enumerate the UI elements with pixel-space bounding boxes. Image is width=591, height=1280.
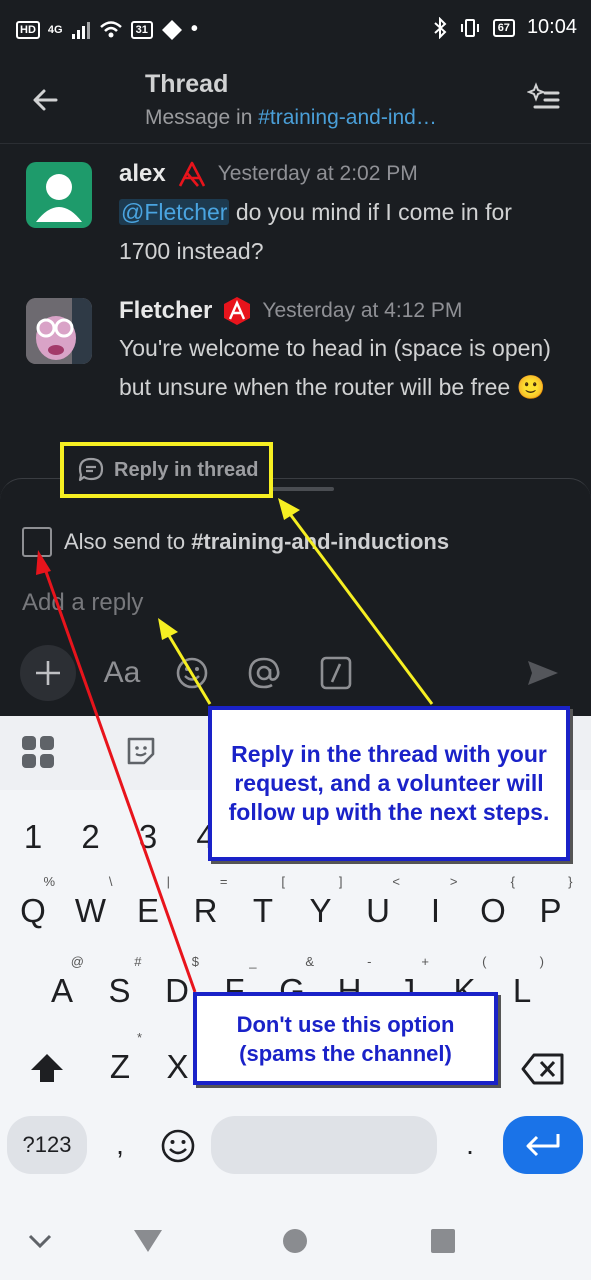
mention-icon[interactable] [247, 645, 281, 701]
message-text: You're welcome to head in (space is open… [119, 335, 551, 400]
badge-icon [224, 297, 251, 325]
composer-toolbar: Aa [0, 645, 591, 705]
network-type: 4G [47, 23, 63, 36]
thread-icon [78, 457, 104, 482]
key-2[interactable]: 2 [67, 818, 115, 856]
subtitle-prefix: Message in [145, 106, 259, 129]
author-name[interactable]: alex [119, 160, 166, 188]
backspace-key[interactable] [520, 1052, 566, 1086]
reply-composer: Also send to #training-and-inductions Aa [0, 478, 591, 718]
plus-icon [36, 661, 60, 685]
status-bar: HD 4G 31 • 67 10:04 [0, 0, 591, 60]
key-r[interactable]: R = [182, 874, 230, 930]
sticker-icon[interactable] [126, 736, 156, 766]
avatar[interactable] [26, 298, 92, 364]
key-w[interactable]: W \ [67, 874, 115, 930]
message-time: Yesterday at 4:12 PM [262, 299, 463, 322]
reply-input[interactable] [22, 585, 562, 621]
dont-use-callout: Don't use this option (spams the channel… [193, 992, 498, 1085]
reply-in-thread-button[interactable]: Reply in thread [60, 442, 273, 498]
key-u[interactable]: U < [354, 874, 402, 930]
drag-handle[interactable] [264, 487, 334, 491]
keyboard-row-1: Q% W \ E | R = T[Y] U < I > O{P} [0, 874, 591, 932]
key-i[interactable]: I > [412, 874, 460, 930]
profile-photo [26, 298, 92, 364]
calendar-icon: 31 [130, 20, 153, 39]
back-nav-icon[interactable] [132, 1228, 164, 1254]
channel-link[interactable]: #training-and-ind… [258, 106, 437, 129]
reply-callout: Reply in the thread with your request, a… [208, 706, 570, 861]
period-key[interactable]: . [448, 1116, 492, 1174]
clock: 10:04 [526, 16, 577, 38]
key-o[interactable]: O{ [469, 874, 517, 930]
also-send-checkbox[interactable] [22, 527, 52, 557]
space-bar[interactable] [211, 1116, 437, 1174]
key-l[interactable]: L) [498, 954, 546, 1010]
key-q[interactable]: Q% [9, 874, 57, 930]
enter-icon [526, 1134, 560, 1157]
message-text: @Fletcher do you mind if I come in for 1… [119, 193, 569, 271]
key-1[interactable]: 1 [9, 818, 57, 856]
emoji-icon[interactable] [175, 645, 209, 701]
symbols-key[interactable]: ?123 [7, 1116, 87, 1174]
direction-icon [161, 19, 182, 40]
badge-icon [178, 161, 205, 187]
key-p[interactable]: P} [527, 874, 575, 930]
key-e[interactable]: E | [124, 874, 172, 930]
key-t[interactable]: T[ [239, 874, 287, 930]
wifi-icon [99, 20, 122, 37]
battery-icon: 67 [492, 18, 515, 37]
hide-keyboard-icon[interactable] [27, 1232, 53, 1250]
back-arrow-icon[interactable] [30, 84, 62, 116]
author-name[interactable]: Fletcher [119, 297, 212, 325]
key-y[interactable]: Y] [297, 874, 345, 930]
key-3[interactable]: 3 [124, 818, 172, 856]
dot-indicator: • [190, 18, 198, 40]
key-a[interactable]: A @ [38, 954, 86, 1010]
add-attachment-button[interactable] [20, 645, 76, 701]
also-send-option[interactable]: Also send to #training-and-inductions [22, 527, 449, 557]
header-subtitle: Message in #training-and-ind… [145, 106, 437, 130]
recents-nav-icon[interactable] [430, 1228, 456, 1254]
bluetooth-icon [434, 16, 447, 39]
key-s[interactable]: S # [96, 954, 144, 1010]
avatar[interactable] [26, 162, 92, 228]
message-time: Yesterday at 2:02 PM [217, 162, 418, 185]
enter-key[interactable] [503, 1116, 583, 1174]
signal-icon [71, 21, 90, 39]
shift-key[interactable] [27, 1048, 67, 1088]
reply-in-thread-label: Reply in thread [114, 458, 259, 481]
person-icon [36, 174, 82, 222]
comma-key[interactable]: , [98, 1116, 142, 1174]
emoji-key[interactable] [160, 1128, 196, 1164]
also-send-label: Also send to #training-and-inductions [64, 529, 450, 554]
page-title: Thread [145, 70, 229, 98]
slash-command-icon[interactable] [320, 645, 352, 701]
send-icon[interactable] [526, 645, 560, 701]
home-nav-icon[interactable] [282, 1228, 308, 1254]
apps-grid-icon[interactable] [21, 735, 55, 769]
system-nav-bar [0, 1190, 591, 1280]
thread-options-icon[interactable] [527, 82, 561, 116]
thread-header: Thread Message in #training-and-ind… [0, 60, 591, 144]
hd-indicator: HD [16, 20, 40, 39]
format-button[interactable]: Aa [100, 645, 144, 701]
vibrate-icon [460, 18, 479, 37]
user-mention[interactable]: @Fletcher [119, 199, 230, 225]
key-z[interactable]: Z * [96, 1030, 144, 1086]
